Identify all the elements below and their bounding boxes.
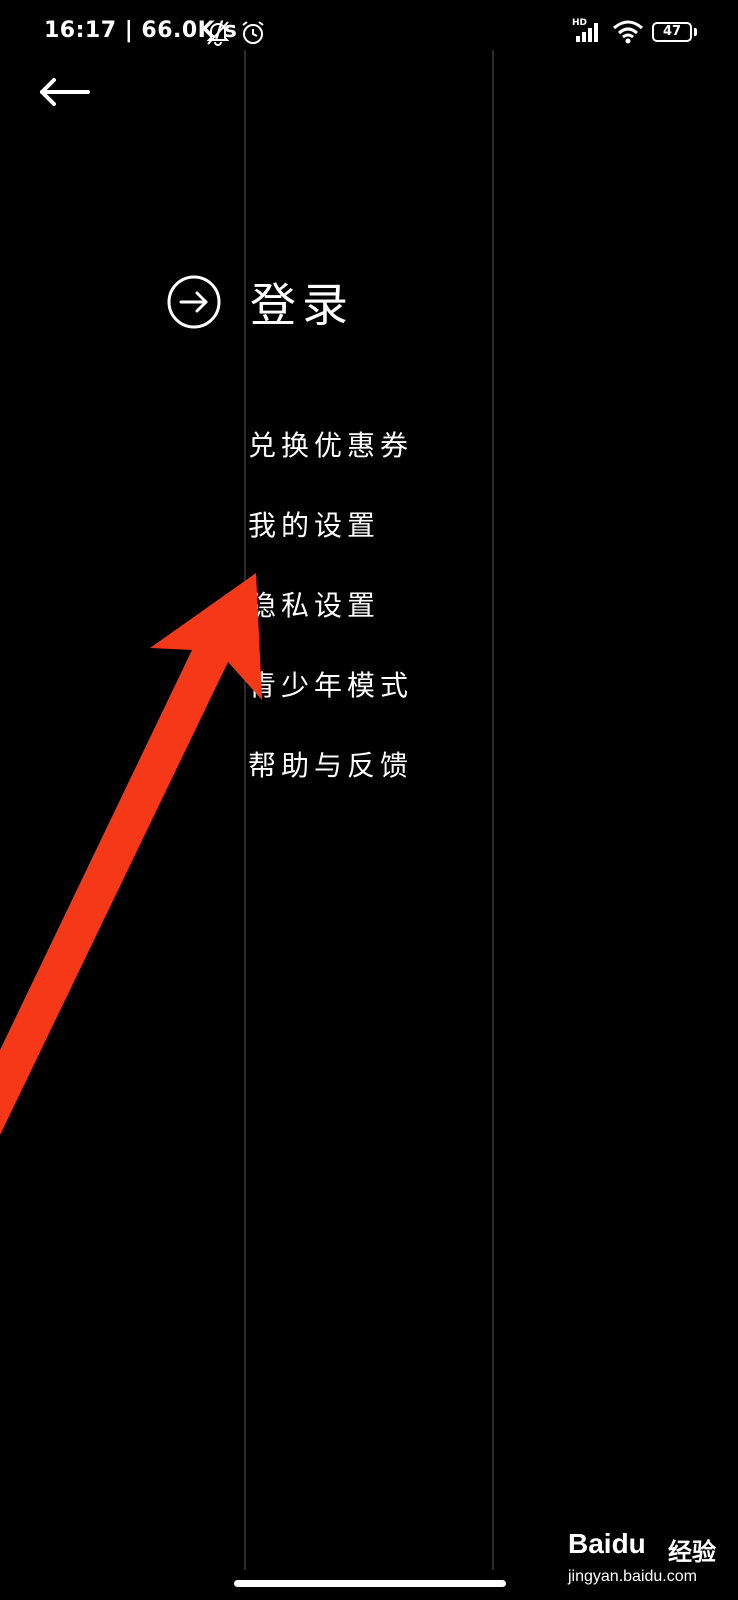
- baidu-jingyan-watermark: Baidu 经验 jingyan.baidu.com: [568, 1528, 718, 1590]
- annotation-arrow: [0, 573, 262, 1135]
- watermark-logo: Baidu: [568, 1528, 646, 1560]
- watermark-label: 经验: [668, 1538, 716, 1566]
- watermark-logo-right: du: [611, 1528, 646, 1559]
- watermark-logo-left: Bai: [568, 1528, 612, 1559]
- watermark-url: jingyan.baidu.com: [568, 1568, 697, 1585]
- home-indicator: [234, 1580, 506, 1587]
- annotation-arrow-shape: [0, 573, 262, 1135]
